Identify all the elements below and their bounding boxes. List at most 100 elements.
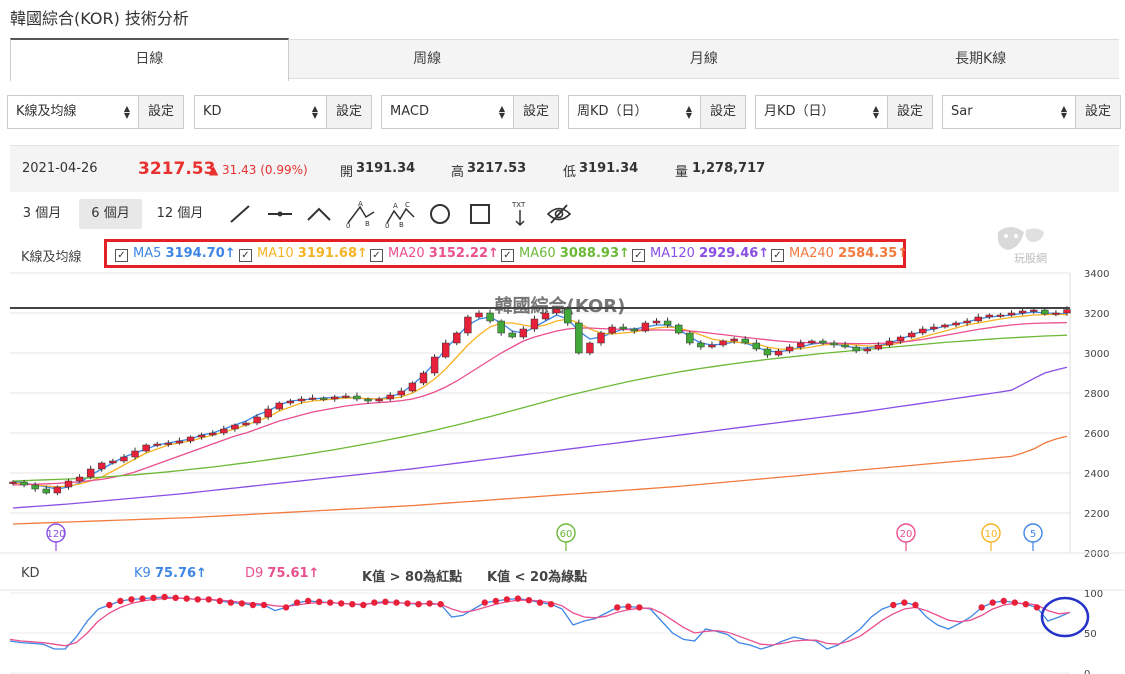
- kd-tick-label: 50: [1084, 629, 1097, 640]
- indicator-dropdown-monthly-kd[interactable]: 月KD（日） ▲ ▼: [756, 96, 887, 128]
- kd-red-dot: [139, 595, 146, 602]
- indicator-dropdown-kd[interactable]: KD ▲ ▼: [195, 96, 326, 128]
- settings-button[interactable]: 設定: [138, 96, 183, 128]
- candle-body: [1063, 309, 1071, 314]
- candle-body: [741, 338, 749, 344]
- candle-body: [508, 332, 516, 338]
- kd-red-dot: [172, 594, 179, 601]
- settings-button[interactable]: 設定: [1075, 96, 1120, 128]
- candle-body: [31, 484, 39, 490]
- price-tick-label: 2400: [1084, 469, 1109, 480]
- settings-button[interactable]: 設定: [513, 96, 558, 128]
- annotation-circle: [1040, 596, 1090, 638]
- tab-long-term[interactable]: 長期K線: [842, 40, 1119, 78]
- candle-body: [242, 422, 250, 426]
- line-tool-icon[interactable]: [226, 200, 254, 228]
- candle-body: [630, 328, 638, 332]
- kd-red-dot: [525, 597, 533, 604]
- candle-body: [186, 436, 195, 442]
- candle-body: [797, 342, 805, 348]
- indicator-dropdown-weekly-kd[interactable]: 周KD（日） ▲ ▼: [569, 96, 700, 128]
- price-tick-label: 2000: [1084, 549, 1109, 560]
- candle-body: [120, 456, 128, 462]
- kd-red-dot: [404, 600, 411, 607]
- candle-body: [785, 346, 794, 352]
- candle-body: [331, 396, 339, 400]
- period-3m-button[interactable]: 3 個月: [10, 199, 74, 229]
- indicator-select-1: K線及均線 ▲ ▼ 設定: [7, 95, 184, 129]
- candle-body: [541, 312, 550, 320]
- ma-line-ma240: [12, 435, 1068, 525]
- candle-body: [841, 344, 849, 348]
- kd-red-dot: [978, 604, 985, 611]
- settings-button[interactable]: 設定: [326, 96, 371, 128]
- text-tool-icon[interactable]: TXT: [506, 200, 534, 228]
- ma-line-ma5: [12, 311, 1068, 490]
- quote-bar: 2021-04-26 3217.53 ▲ 31.43 (0.99%) 開 319…: [10, 145, 1119, 192]
- tool-letter: A: [393, 202, 398, 210]
- period-6m-button[interactable]: 6 個月: [79, 199, 142, 229]
- candle-body: [442, 342, 450, 358]
- indicator-dropdown-sar[interactable]: Sar ▲ ▼: [943, 96, 1075, 128]
- indicator-select-4: 周KD（日） ▲ ▼ 設定: [568, 95, 746, 129]
- kd-red-dot: [150, 594, 157, 601]
- candle-body: [752, 342, 761, 350]
- tab-monthly[interactable]: 月線: [566, 40, 843, 78]
- ma-marker-label: 10: [985, 529, 998, 540]
- candle-body: [253, 416, 261, 424]
- period-12m-button[interactable]: 12 個月: [147, 199, 213, 229]
- hide-eye-icon[interactable]: [545, 200, 573, 228]
- abcd-pattern-icon[interactable]: A C B 0: [384, 200, 418, 228]
- updown-arrow-icon: ▲ ▼: [311, 104, 318, 120]
- candle-body: [231, 424, 239, 430]
- rectangle-icon[interactable]: [466, 200, 494, 228]
- tab-daily[interactable]: 日線: [10, 38, 289, 81]
- indicator-dropdown-kline[interactable]: K線及均線 ▲ ▼: [8, 96, 138, 128]
- tab-weekly[interactable]: 周線: [289, 40, 566, 78]
- candle-body: [475, 312, 483, 318]
- price-tick-label: 3000: [1084, 349, 1109, 360]
- kd-red-dot: [282, 604, 290, 611]
- quote-price: 3217.53: [138, 159, 216, 179]
- updown-arrow-icon: ▲ ▼: [685, 104, 692, 120]
- candle-body: [153, 443, 161, 446]
- kd-red-dot: [338, 600, 345, 607]
- ma-line-ma120: [12, 366, 1068, 509]
- updown-arrow-icon: ▲ ▼: [123, 104, 130, 120]
- candle-body: [552, 308, 561, 314]
- kd-red-dot: [437, 601, 444, 608]
- price-tick-label: 2600: [1084, 429, 1109, 440]
- price-tick-label: 2800: [1084, 389, 1109, 400]
- open-value: 3191.34: [356, 161, 416, 176]
- wedge-icon[interactable]: [305, 200, 333, 228]
- kd-red-dot: [415, 601, 422, 608]
- indicator-dropdown-macd[interactable]: MACD ▲ ▼: [382, 96, 513, 128]
- candle-body: [974, 316, 982, 322]
- tool-letter: 0: [346, 222, 350, 228]
- settings-button[interactable]: 設定: [887, 96, 932, 128]
- kd-tick-label: 100: [1084, 589, 1103, 600]
- kd-red-dot: [194, 596, 201, 603]
- settings-button[interactable]: 設定: [700, 96, 745, 128]
- candle-body: [342, 395, 350, 398]
- candle-body: [386, 394, 394, 400]
- kd-red-dot: [128, 596, 135, 603]
- kd-red-dot: [636, 604, 643, 611]
- tool-letter: A: [358, 200, 363, 208]
- candle-body: [308, 397, 317, 400]
- candle-body: [1007, 312, 1016, 316]
- abc-pattern-icon[interactable]: A B 0: [345, 200, 377, 228]
- candle-body: [952, 322, 960, 326]
- kd-red-dot: [536, 599, 544, 606]
- candle-body: [564, 308, 572, 324]
- kd-red-dot: [614, 604, 621, 611]
- circle-icon[interactable]: [426, 200, 454, 228]
- candle-body: [874, 344, 883, 350]
- kd-red-dot: [890, 601, 897, 609]
- kd-red-dot: [492, 597, 500, 605]
- horizontal-line-icon[interactable]: [266, 200, 294, 228]
- candle-body: [608, 326, 616, 334]
- price-chart[interactable]: 3400 3200 3000 2800 2600 2400 2200 2000 100 50 0 韓國…: [0, 230, 1125, 674]
- ma-marker-label: 120: [46, 529, 65, 540]
- candle-body: [863, 348, 871, 352]
